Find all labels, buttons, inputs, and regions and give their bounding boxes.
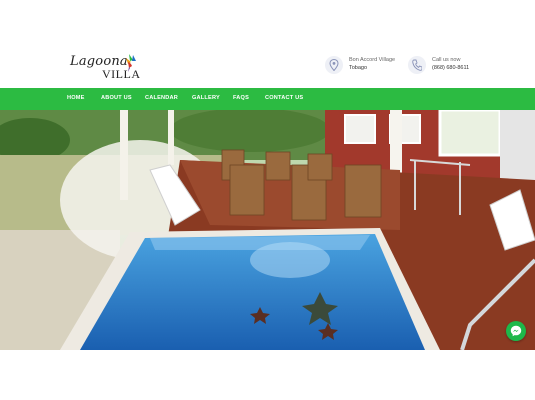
pool-deck-photo: [0, 110, 535, 350]
nav-contact-us[interactable]: CONTACT US: [265, 95, 303, 101]
hero-image: [0, 110, 535, 350]
site-header: Lagoona VILLA Bon Accord Village Tobago …: [0, 0, 535, 88]
phone-number[interactable]: (868) 680-8611: [432, 65, 469, 71]
main-nav: HOME ABOUT US CALENDAR GALLERY FAQS CONT…: [0, 88, 535, 110]
messenger-chat-icon[interactable]: [506, 321, 526, 341]
site-logo[interactable]: Lagoona VILLA: [68, 50, 140, 84]
nav-faqs[interactable]: FAQS: [233, 95, 249, 101]
location-line1: Bon Accord Village: [349, 57, 396, 63]
phone-icon: [408, 56, 426, 74]
hummingbird-icon: [126, 54, 136, 72]
location-line2: Tobago: [349, 65, 368, 71]
nav-about-us[interactable]: ABOUT US: [101, 95, 132, 101]
phone-line1: Call us now: [432, 57, 461, 63]
nav-calendar[interactable]: CALENDAR: [145, 95, 178, 101]
nav-gallery[interactable]: GALLERY: [192, 95, 220, 101]
location-pin-icon: [325, 56, 343, 74]
nav-home[interactable]: HOME: [67, 95, 85, 101]
